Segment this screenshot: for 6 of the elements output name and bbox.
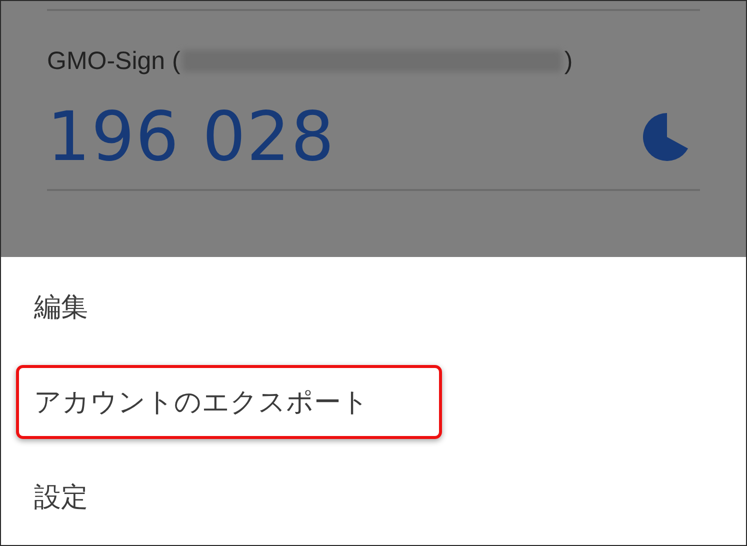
verification-code: 196 028: [47, 98, 336, 176]
account-name: GMO-Sign (: [47, 46, 180, 76]
menu-item[interactable]: アカウントのエクスポート: [16, 364, 442, 438]
closing-parenthesis: ): [564, 46, 573, 76]
menu-item[interactable]: 設定: [16, 460, 161, 534]
menu-item[interactable]: 編集: [16, 270, 161, 344]
